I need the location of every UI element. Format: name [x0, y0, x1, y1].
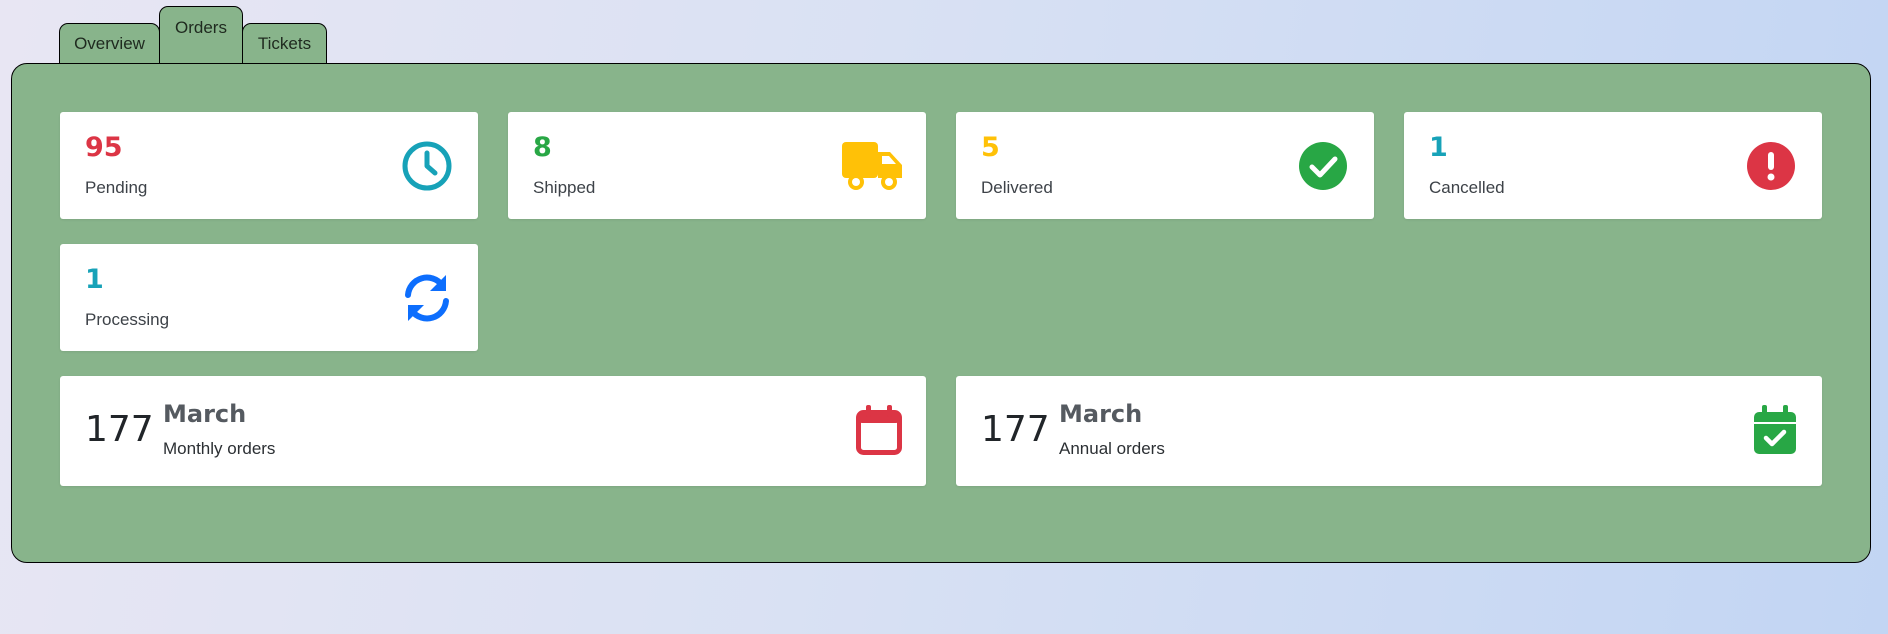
- shipped-count: 8: [533, 132, 552, 163]
- exclamation-circle-icon: [1744, 139, 1798, 193]
- annual-orders-count: 177: [981, 409, 1050, 450]
- tab-orders[interactable]: Orders: [159, 6, 243, 63]
- processing-label: Processing: [85, 310, 170, 329]
- tab-tickets[interactable]: Tickets: [242, 23, 327, 63]
- tab-orders-label: Orders: [175, 18, 227, 37]
- delivered-label: Delivered: [981, 178, 1053, 197]
- calendar-check-icon: [1752, 405, 1798, 455]
- shipped-card: 8 Shipped: [508, 112, 926, 219]
- truck-icon: [842, 139, 904, 193]
- sync-icon: [400, 271, 454, 325]
- monthly-orders-count: 177: [85, 409, 154, 450]
- annual-orders-month: March: [1059, 400, 1143, 428]
- delivered-card: 5 Delivered: [956, 112, 1374, 219]
- processing-card: 1 Processing: [60, 244, 478, 351]
- monthly-orders-card: 177 March Monthly orders: [60, 376, 926, 486]
- annual-orders-label: Annual orders: [1059, 439, 1165, 458]
- tab-overview-label: Overview: [74, 33, 145, 53]
- shipped-label: Shipped: [533, 178, 596, 197]
- pending-count: 95: [85, 132, 123, 163]
- tab-overview[interactable]: Overview: [59, 23, 160, 63]
- cancelled-count: 1: [1429, 132, 1448, 163]
- check-circle-icon: [1296, 139, 1350, 193]
- cancelled-label: Cancelled: [1429, 178, 1505, 197]
- monthly-orders-month: March: [163, 400, 247, 428]
- processing-count: 1: [85, 264, 104, 295]
- calendar-icon: [856, 405, 902, 455]
- clock-icon: [400, 139, 454, 193]
- delivered-count: 5: [981, 132, 1000, 163]
- tab-bar: Overview Orders Tickets: [59, 6, 327, 63]
- pending-card: 95 Pending: [60, 112, 478, 219]
- cancelled-card: 1 Cancelled: [1404, 112, 1822, 219]
- annual-orders-card: 177 March Annual orders: [956, 376, 1822, 486]
- tab-tickets-label: Tickets: [257, 33, 312, 53]
- pending-label: Pending: [85, 178, 148, 197]
- orders-panel: 95 Pending 8 Shipped 5 Delivered 1 Cance…: [11, 63, 1871, 563]
- monthly-orders-label: Monthly orders: [163, 439, 276, 458]
